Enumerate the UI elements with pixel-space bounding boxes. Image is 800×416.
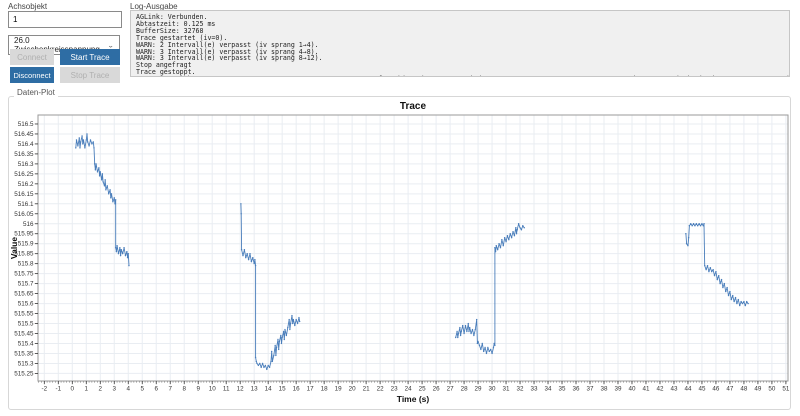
svg-text:515.6: 515.6 [18, 301, 34, 308]
svg-text:515.5: 515.5 [18, 321, 34, 328]
start-trace-button[interactable]: Start Trace [60, 49, 120, 65]
svg-text:516.2: 516.2 [18, 181, 34, 188]
svg-text:16: 16 [293, 386, 301, 393]
svg-text:516.45: 516.45 [14, 131, 34, 138]
svg-text:7: 7 [168, 386, 172, 393]
axis-object-label: Achsobjekt [8, 2, 47, 11]
svg-text:6: 6 [154, 386, 158, 393]
svg-text:515.45: 515.45 [14, 331, 34, 338]
svg-text:36: 36 [573, 386, 581, 393]
svg-text:43: 43 [670, 386, 678, 393]
svg-text:5: 5 [140, 386, 144, 393]
svg-text:10: 10 [209, 386, 217, 393]
svg-text:26: 26 [433, 386, 441, 393]
svg-text:9: 9 [196, 386, 200, 393]
svg-text:44: 44 [684, 386, 692, 393]
svg-text:49: 49 [754, 386, 762, 393]
svg-text:20: 20 [349, 386, 357, 393]
svg-text:3: 3 [113, 386, 117, 393]
svg-text:516.35: 516.35 [14, 151, 34, 158]
svg-text:38: 38 [600, 386, 608, 393]
svg-text:-2: -2 [41, 386, 47, 393]
axis-object-input[interactable] [8, 11, 122, 28]
svg-text:34: 34 [545, 386, 553, 393]
stop-trace-button[interactable]: Stop Trace [60, 67, 120, 83]
connect-button[interactable]: Connect [10, 49, 54, 65]
svg-text:516: 516 [23, 221, 34, 228]
svg-text:30: 30 [489, 386, 497, 393]
disconnect-button[interactable]: Disconnect [10, 67, 54, 83]
svg-text:516.3: 516.3 [18, 161, 34, 168]
svg-text:39: 39 [614, 386, 622, 393]
svg-text:33: 33 [531, 386, 539, 393]
svg-text:515.95: 515.95 [14, 231, 34, 238]
svg-text:40: 40 [628, 386, 636, 393]
svg-text:27: 27 [447, 386, 455, 393]
svg-text:516.25: 516.25 [14, 171, 34, 178]
svg-text:41: 41 [642, 386, 650, 393]
svg-text:2: 2 [99, 386, 103, 393]
svg-text:515.35: 515.35 [14, 350, 34, 357]
svg-text:24: 24 [405, 386, 413, 393]
trace-interface-window: Achsobjekt 26.0 Zwischenkreisspannung ⌄ … [0, 0, 800, 416]
svg-text:515.75: 515.75 [14, 271, 34, 278]
svg-text:516.4: 516.4 [18, 141, 34, 148]
log-output-textbox[interactable]: AGLink: Verbunden. Abtastzeit: 0.125 ms … [130, 10, 790, 77]
trace-chart: -2-1012345678910111213141516171819202122… [10, 100, 790, 408]
svg-text:15: 15 [279, 386, 287, 393]
svg-text:12: 12 [237, 386, 245, 393]
log-output-text: AGLink: Verbunden. Abtastzeit: 0.125 ms … [131, 11, 789, 77]
svg-text:22: 22 [377, 386, 385, 393]
svg-text:515.9: 515.9 [18, 241, 34, 248]
svg-text:23: 23 [391, 386, 399, 393]
svg-text:515.25: 515.25 [14, 370, 34, 377]
svg-text:46: 46 [712, 386, 720, 393]
svg-text:8: 8 [182, 386, 186, 393]
svg-text:516.05: 516.05 [14, 211, 34, 218]
svg-text:-1: -1 [55, 386, 61, 393]
svg-text:515.4: 515.4 [18, 340, 34, 347]
svg-text:29: 29 [475, 386, 483, 393]
svg-text:47: 47 [726, 386, 734, 393]
svg-text:516.15: 516.15 [14, 191, 34, 198]
svg-text:31: 31 [503, 386, 511, 393]
svg-text:515.65: 515.65 [14, 291, 34, 298]
data-plot-group-label: Daten-Plot [14, 88, 58, 97]
svg-text:19: 19 [335, 386, 343, 393]
svg-text:515.8: 515.8 [18, 261, 34, 268]
svg-text:35: 35 [559, 386, 567, 393]
svg-text:48: 48 [740, 386, 748, 393]
svg-text:25: 25 [419, 386, 427, 393]
svg-text:28: 28 [461, 386, 469, 393]
svg-text:32: 32 [517, 386, 525, 393]
svg-text:Trace: Trace [400, 101, 427, 112]
trace-chart-svg: -2-1012345678910111213141516171819202122… [10, 100, 790, 408]
svg-text:13: 13 [251, 386, 259, 393]
svg-text:45: 45 [698, 386, 706, 393]
chevron-down-icon: ⌄ [107, 41, 114, 48]
svg-text:515.3: 515.3 [18, 360, 34, 367]
svg-text:4: 4 [126, 386, 130, 393]
svg-text:51: 51 [782, 386, 790, 393]
svg-text:18: 18 [321, 386, 329, 393]
svg-text:1: 1 [85, 386, 89, 393]
svg-text:Time (s): Time (s) [397, 394, 430, 404]
svg-text:Value: Value [10, 237, 19, 259]
svg-text:11: 11 [223, 386, 230, 393]
svg-text:14: 14 [265, 386, 273, 393]
svg-text:17: 17 [307, 386, 315, 393]
svg-text:50: 50 [768, 386, 776, 393]
svg-text:515.7: 515.7 [18, 281, 34, 288]
svg-text:516.5: 516.5 [18, 121, 34, 128]
svg-text:0: 0 [71, 386, 75, 393]
svg-text:37: 37 [586, 386, 594, 393]
svg-text:42: 42 [656, 386, 664, 393]
svg-text:515.55: 515.55 [14, 311, 34, 318]
svg-text:21: 21 [363, 386, 371, 393]
svg-text:516.1: 516.1 [18, 201, 34, 208]
